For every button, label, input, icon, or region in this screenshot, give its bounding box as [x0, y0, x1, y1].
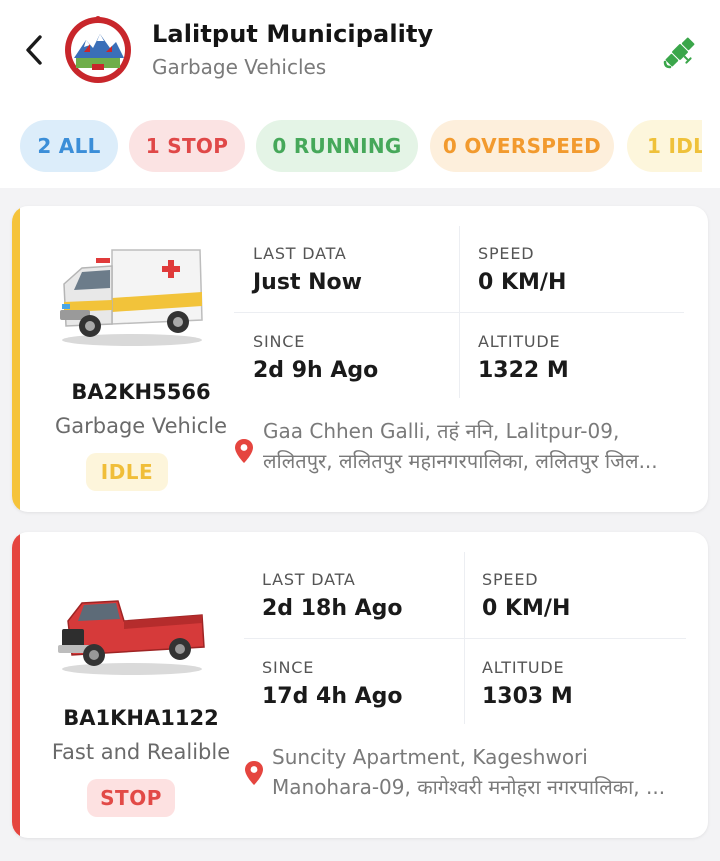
address-line: ललितपुर, ललितपुर महानगरपालिका, ललितपुर ज… [263, 449, 658, 473]
address-line: Manohara-09, कागेश्वरी मनोहरा नगरपालिका,… [272, 775, 666, 799]
satellite-icon [663, 37, 695, 69]
since-label: SINCE [262, 658, 315, 677]
back-button[interactable] [16, 30, 52, 70]
vehicle-plate: BA2KH5566 [71, 380, 211, 404]
filter-chip-idle[interactable]: 1 IDL [627, 120, 702, 172]
speed-label: SPEED [482, 570, 539, 589]
speed-value: 0 KM/H [478, 270, 567, 295]
altitude-label: ALTITUDE [478, 332, 561, 351]
last-data-value: 2d 18h Ago [262, 596, 403, 621]
filter-chip-stop[interactable]: 1 STOP [129, 120, 245, 172]
satellite-button[interactable] [660, 32, 700, 72]
location-pin-icon [245, 761, 263, 785]
last-data-label: LAST DATA [262, 570, 356, 589]
vehicle-address: Gaa Chhen Galli, तहं ननि, Lalitpur-09, ल… [263, 416, 683, 476]
divider [459, 226, 460, 398]
vehicle-card[interactable]: BA1KHA1122 Fast and Realible STOP LAST D… [12, 532, 708, 838]
location-pin-icon [235, 439, 253, 463]
altitude-value: 1322 M [478, 358, 569, 383]
last-data-label: LAST DATA [253, 244, 347, 263]
filter-chip-all[interactable]: 2 ALL [20, 120, 118, 172]
divider [464, 552, 465, 724]
status-badge: STOP [87, 779, 175, 817]
vehicle-address: Suncity Apartment, Kageshwori Manohara-0… [272, 742, 684, 802]
filter-chip-running[interactable]: 0 RUNNING [256, 120, 418, 172]
vehicle-card[interactable]: BA2KH5566 Garbage Vehicle IDLE LAST DATA… [12, 206, 708, 512]
altitude-value: 1303 M [482, 684, 573, 709]
filter-chip-overspeed[interactable]: 0 OVERSPEED [430, 120, 614, 172]
status-filter-bar: 2 ALL 1 STOP 0 RUNNING 0 OVERSPEED 1 IDL [0, 120, 702, 174]
status-badge: IDLE [86, 453, 168, 491]
chevron-left-icon [26, 35, 42, 65]
pickup-truck-icon [58, 600, 205, 675]
last-data-value: Just Now [253, 270, 362, 295]
municipality-logo [65, 16, 131, 83]
address-line: Suncity Apartment, Kageshwori [272, 745, 588, 769]
address-line: Gaa Chhen Galli, तहं ननि, Lalitpur-09, [263, 419, 620, 443]
vehicle-type: Garbage Vehicle [55, 414, 227, 438]
since-value: 2d 9h Ago [253, 358, 379, 383]
since-label: SINCE [253, 332, 306, 351]
ambulance-icon [60, 249, 203, 346]
altitude-label: ALTITUDE [482, 658, 565, 677]
speed-value: 0 KM/H [482, 596, 571, 621]
status-accent-bar [12, 532, 20, 838]
page-title: Lalitput Municipality [152, 20, 434, 48]
since-value: 17d 4h Ago [262, 684, 403, 709]
vehicle-type: Fast and Realible [51, 740, 231, 764]
vehicle-plate: BA1KHA1122 [63, 706, 219, 730]
app-header: Lalitput Municipality Garbage Vehicles 2… [0, 0, 720, 188]
page-subtitle: Garbage Vehicles [152, 55, 327, 79]
divider [244, 638, 686, 639]
speed-label: SPEED [478, 244, 535, 263]
status-accent-bar [12, 206, 20, 512]
